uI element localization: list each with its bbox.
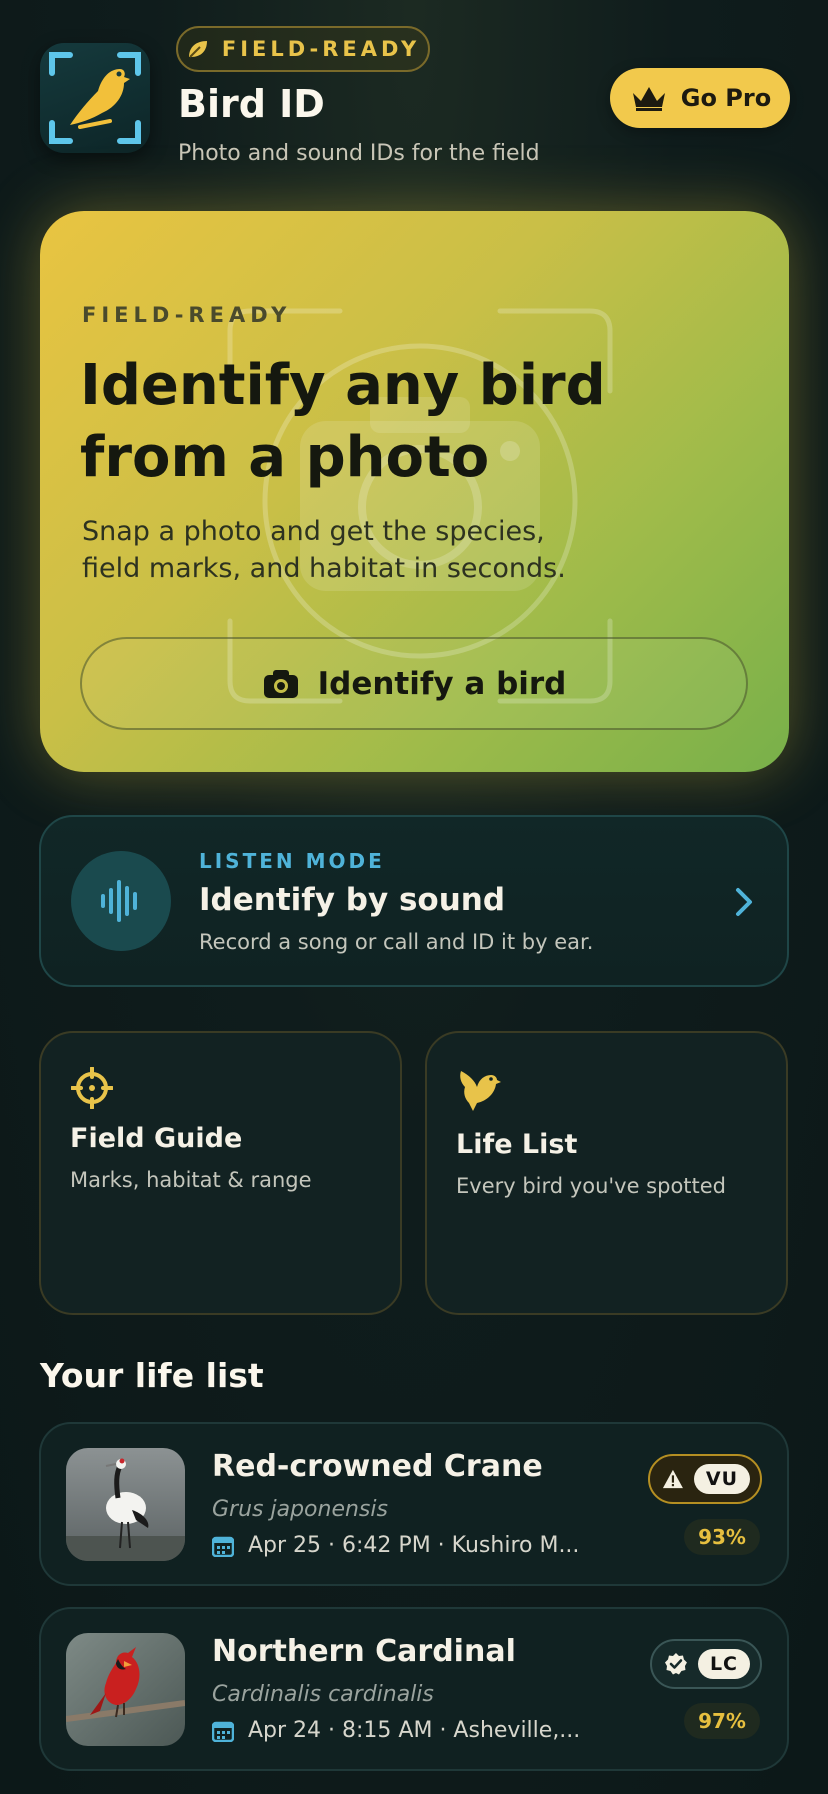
sighting-meta: Apr 25 · 6:42 PM · Kushiro M... [212,1533,579,1558]
life-list-card[interactable]: Life List Every bird you've spotted [425,1031,788,1315]
bird-scientific-name: Cardinalis cardinalis [212,1682,434,1707]
badge-label: FIELD-READY [221,37,421,61]
listen-subtitle: Record a song or call and ID it by ear. [199,930,594,954]
hero-title: Identify any bird from a photo [80,353,606,490]
app-subtitle: Photo and sound IDs for the field [178,141,540,166]
field-guide-title: Field Guide [70,1123,243,1154]
app-icon [40,43,150,153]
bird-thumbnail [66,1633,185,1746]
app-title: Bird ID [178,82,325,126]
identify-bird-label: Identify a bird [317,665,567,702]
waveform-icon [101,880,137,922]
go-pro-label: Go Pro [680,84,772,112]
leaf-icon [188,41,207,58]
verified-icon [664,1653,687,1675]
calendar-icon [212,1721,234,1742]
section-title: Your life list [40,1356,264,1395]
warning-icon [662,1469,683,1489]
cardinal-photo [66,1633,185,1746]
life-list-subtitle: Every bird you've spotted [456,1174,727,1198]
sighting-meta-text: Apr 25 · 6:42 PM · Kushiro M... [248,1533,580,1558]
camera-icon [263,669,298,698]
bird-scientific-name: Grus japonensis [212,1497,388,1522]
calendar-icon [212,1536,234,1557]
listen-eyebrow: LISTEN MODE [199,849,385,873]
chevron-right-icon [736,888,752,916]
identify-bird-button[interactable]: Identify a bird [80,637,748,730]
status-badge: VU [648,1454,762,1504]
field-guide-subtitle: Marks, habitat & range [70,1168,312,1192]
status-code: LC [697,1649,750,1679]
status-code: VU [693,1464,750,1494]
hero-description: Snap a photo and get the species, field … [82,516,566,584]
listen-icon-circle [71,851,171,951]
confidence-badge: 97% [684,1703,760,1739]
bird-thumbnail [66,1448,185,1561]
bird-name: Northern Cardinal [212,1634,516,1669]
bird-name: Red-crowned Crane [212,1449,543,1484]
confidence-badge: 93% [684,1519,760,1555]
sighting-meta: Apr 24 · 8:15 AM · Asheville,... [212,1718,580,1743]
crown-icon [632,87,665,111]
life-list-title: Life List [456,1129,578,1160]
bird-icon [460,1071,501,1111]
field-ready-badge: FIELD-READY [176,26,430,72]
hero-eyebrow: FIELD-READY [82,303,292,327]
sighting-meta-text: Apr 24 · 8:15 AM · Asheville,... [248,1718,581,1743]
bird-logo-icon [49,52,141,144]
crosshair-icon [71,1067,113,1109]
go-pro-button[interactable]: Go Pro [610,68,790,128]
field-guide-card[interactable]: Field Guide Marks, habitat & range [39,1031,402,1315]
crane-photo [66,1448,185,1561]
status-badge: LC [650,1639,762,1689]
listen-title: Identify by sound [199,882,506,918]
